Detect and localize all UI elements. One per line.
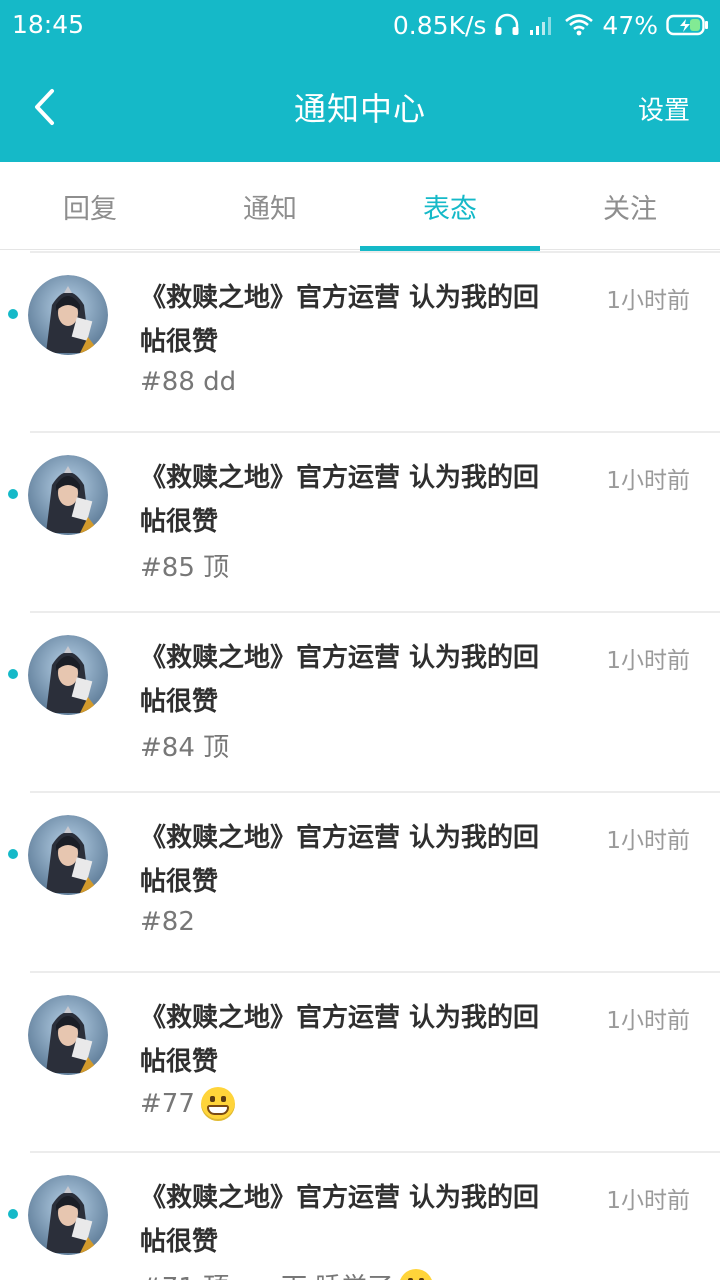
notification-item[interactable]: 《救赎之地》官方运营 认为我的回 帖很赞 #82 1小时前: [8, 791, 720, 971]
tab-follows[interactable]: 关注: [540, 162, 720, 250]
notification-comment: #85 顶: [140, 547, 229, 584]
avatar[interactable]: [28, 995, 108, 1075]
comment-text: #88 dd: [140, 367, 237, 397]
settings-button[interactable]: 设置: [638, 90, 690, 127]
notification-item[interactable]: 《救赎之地》官方运营 认为我的回 帖很赞 #85 顶 1小时前: [8, 431, 720, 611]
comment-text: #84 顶: [140, 733, 230, 763]
notification-title-line2: 帖很赞: [140, 1047, 219, 1077]
notification-title-line2: 帖很赞: [140, 1227, 219, 1257]
notification-comment: #88 dd: [140, 367, 236, 397]
notification-list: 《救赎之地》官方运营 认为我的回 帖很赞 #88 dd 1小时前 《救赎之地》官…: [0, 251, 720, 1280]
notification-title-line1: 《救赎之地》官方运营 认为我的回: [140, 643, 540, 673]
notification-time: 1小时前: [606, 648, 690, 674]
unread-dot: [8, 849, 18, 859]
notification-title-line2: 帖很赞: [140, 327, 219, 357]
comment-text: #85 顶: [140, 553, 230, 583]
tab-reactions-label: 表态: [423, 193, 477, 225]
notification-item[interactable]: 《救赎之地》官方运营 认为我的回 帖很赞 #71 顶，一下 睡觉了 1小时前: [8, 1151, 720, 1280]
headset-icon: [494, 13, 520, 37]
notification-tabs: 回复 通知 表态 关注: [0, 162, 720, 251]
status-bar: 18:45 0.85K/s 47%: [0, 0, 720, 52]
unread-dot: [8, 489, 18, 499]
notification-comment: #77: [140, 1087, 235, 1121]
avatar[interactable]: [28, 635, 108, 715]
notification-time: 1小时前: [606, 828, 690, 854]
notification-time: 1小时前: [606, 468, 690, 494]
unread-dot: [8, 669, 18, 679]
signal-icon: [528, 14, 556, 36]
comment-text: #82: [140, 907, 195, 937]
battery-icon: [666, 13, 710, 37]
notification-title-line1: 《救赎之地》官方运营 认为我的回: [140, 1183, 540, 1213]
battery-percent: 47%: [602, 10, 658, 40]
tab-reactions[interactable]: 表态: [360, 162, 540, 251]
unread-dot: [8, 1209, 18, 1219]
notification-title-line2: 帖很赞: [140, 687, 219, 717]
title-bar: 通知中心 设置: [0, 52, 720, 162]
app: { "status": { "time": "18:45", "net_spee…: [0, 0, 720, 1280]
notification-comment: #84 顶: [140, 727, 229, 764]
status-time: 18:45: [12, 10, 85, 39]
grin-emoji-icon: [399, 1268, 434, 1280]
wifi-icon: [564, 13, 594, 37]
notification-comment: #82: [140, 907, 195, 937]
grin-emoji-icon: [200, 1087, 235, 1121]
network-speed: 0.85K/s: [392, 10, 487, 40]
notification-title-line1: 《救赎之地》官方运营 认为我的回: [140, 463, 540, 493]
notification-title-line1: 《救赎之地》官方运营 认为我的回: [140, 1003, 540, 1033]
notification-item[interactable]: 《救赎之地》官方运营 认为我的回 帖很赞 #77 1小时前: [28, 971, 720, 1151]
page-title: 通知中心: [293, 90, 426, 128]
avatar[interactable]: [28, 455, 108, 535]
notification-time: 1小时前: [606, 288, 690, 314]
notification-item[interactable]: 《救赎之地》官方运营 认为我的回 帖很赞 #84 顶 1小时前: [8, 611, 720, 791]
tab-replies[interactable]: 回复: [0, 162, 180, 250]
tab-notices[interactable]: 通知: [180, 162, 360, 250]
notification-title-line1: 《救赎之地》官方运营 认为我的回: [140, 823, 540, 853]
notification-item[interactable]: 《救赎之地》官方运营 认为我的回 帖很赞 #88 dd 1小时前: [8, 251, 720, 431]
notification-title-line2: 帖很赞: [140, 507, 219, 537]
avatar[interactable]: [28, 275, 108, 355]
status-right: 0.85K/s 47%: [393, 8, 710, 42]
comment-text: #77: [140, 1089, 195, 1119]
notification-comment: #71 顶，一下 睡觉了: [140, 1267, 434, 1280]
notification-title-line1: 《救赎之地》官方运营 认为我的回: [140, 283, 540, 313]
notification-time: 1小时前: [606, 1188, 690, 1214]
avatar[interactable]: [28, 1175, 108, 1255]
unread-dot: [8, 309, 18, 319]
comment-text: #71 顶，一下 睡觉了: [140, 1267, 393, 1280]
app-header: 18:45 0.85K/s 47% 通知中心 设置: [0, 0, 720, 162]
notification-title-line2: 帖很赞: [140, 867, 219, 897]
avatar[interactable]: [28, 815, 108, 895]
notification-time: 1小时前: [606, 1008, 690, 1034]
